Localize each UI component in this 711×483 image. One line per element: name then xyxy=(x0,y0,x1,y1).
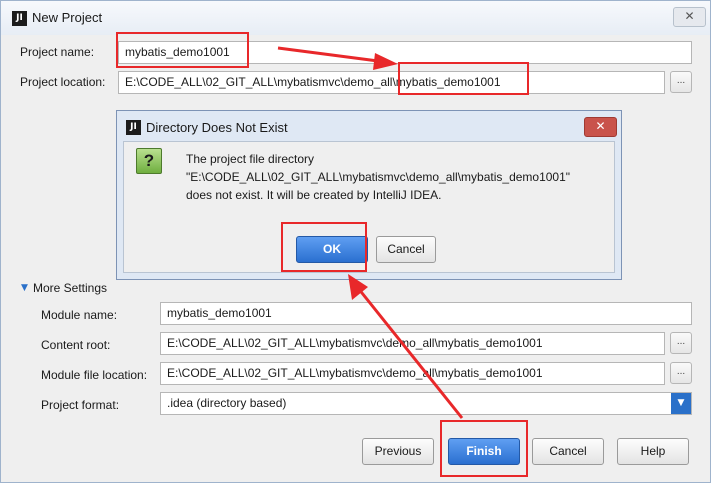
arrow-line-name-to-location xyxy=(277,46,379,63)
annotation-arrows xyxy=(277,46,464,419)
arrow-head-name-to-location xyxy=(373,53,398,70)
arrow-line-finish-to-ok xyxy=(356,287,464,419)
